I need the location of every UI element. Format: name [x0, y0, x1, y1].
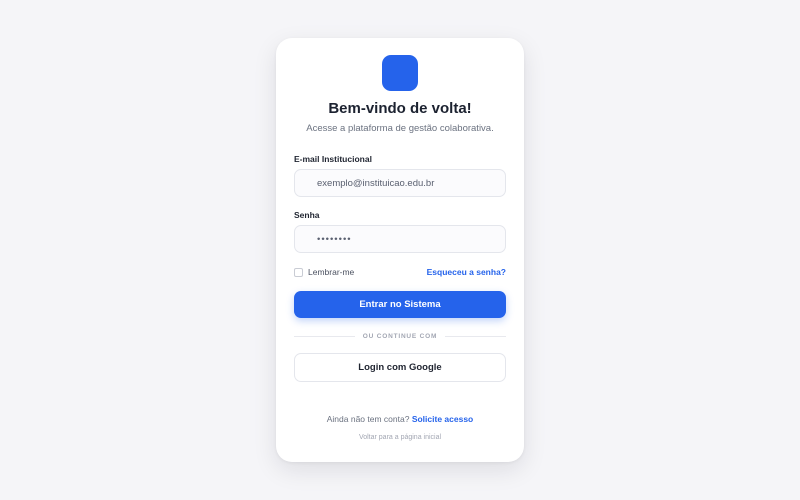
google-login-button[interactable]: Login com Google: [294, 353, 506, 382]
signup-prompt: Ainda não tem conta? Solicite acesso: [276, 414, 524, 424]
remember-me-label: Lembrar-me: [308, 267, 355, 277]
remember-me-checkbox[interactable]: [294, 267, 303, 277]
divider-text: OU CONTINUE COM: [362, 332, 438, 340]
login-card: Bem-vindo de volta! Acesse a plataforma …: [276, 38, 524, 462]
divider-line-left: [294, 335, 355, 337]
forgot-password-link[interactable]: Esqueceu a senha?: [427, 267, 506, 277]
remember-me-toggle[interactable]: Lembrar-me: [294, 267, 354, 277]
page-title: Bem-vindo de volta!: [328, 100, 472, 117]
app-logo-icon: [382, 55, 418, 91]
password-label: Senha: [294, 210, 320, 220]
login-button[interactable]: Entrar no Sistema: [294, 291, 506, 318]
password-field[interactable]: [294, 225, 506, 253]
email-field[interactable]: [294, 169, 506, 197]
back-to-home-link[interactable]: Voltar para a página inicial: [276, 434, 524, 441]
signup-prompt-text: Ainda não tem conta?: [326, 414, 412, 424]
request-access-link[interactable]: Solicite acesso: [412, 414, 473, 424]
divider: OU CONTINUE COM: [294, 331, 507, 341]
email-label: E-mail Institucional: [294, 154, 372, 164]
page-subtitle: Acesse a plataforma de gestão colaborati…: [306, 123, 494, 134]
divider-line-right: [445, 335, 507, 337]
